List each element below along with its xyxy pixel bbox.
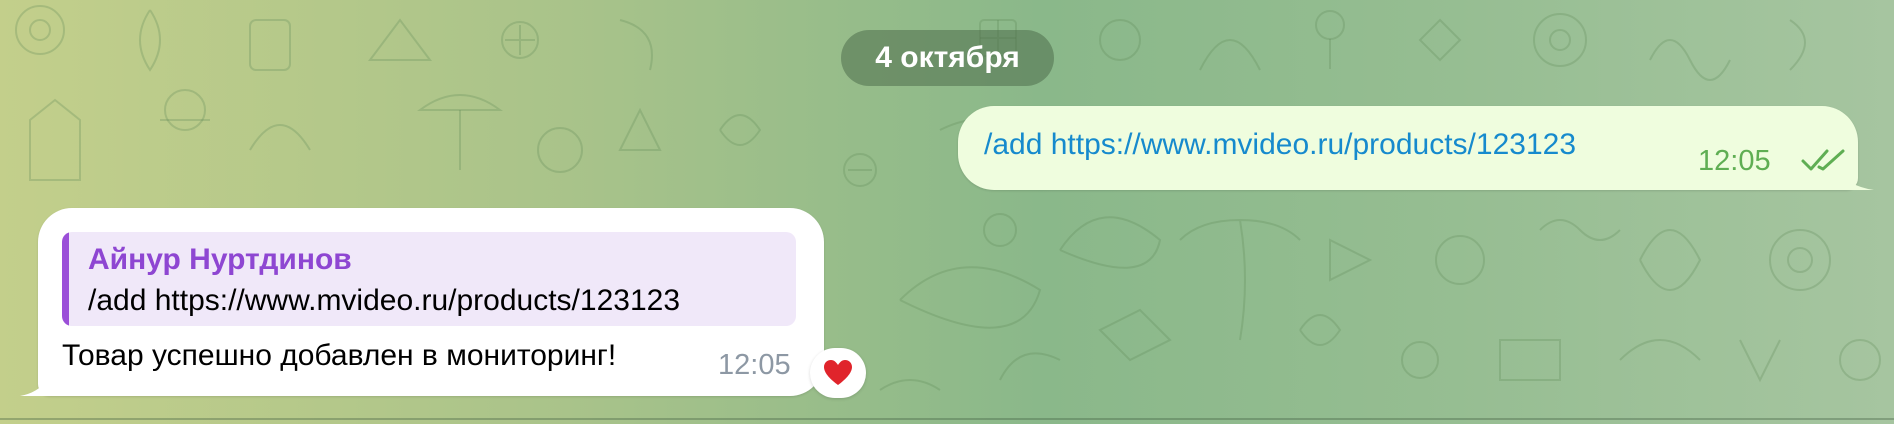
double-check-icon [1801, 149, 1845, 171]
heart-icon [824, 360, 852, 385]
outgoing-message-time: 12:05 [1698, 145, 1771, 177]
incoming-message-text: Товар успешно добавлен в мониторинг! [62, 339, 617, 372]
reply-text: /add https://www.mvideo.ru/products/1231… [88, 284, 681, 317]
incoming-message-time: 12:05 [718, 349, 791, 381]
bottom-divider [0, 418, 1894, 420]
incoming-bubble-tail [20, 374, 50, 396]
date-separator: 4 октября [841, 30, 1054, 86]
reply-quote-bar [62, 232, 69, 326]
reaction-badge[interactable] [810, 348, 866, 398]
outgoing-message-link[interactable]: /add https://www.mvideo.ru/products/1231… [984, 128, 1576, 162]
reply-author[interactable]: Айнур Нуртдинов [88, 243, 352, 277]
